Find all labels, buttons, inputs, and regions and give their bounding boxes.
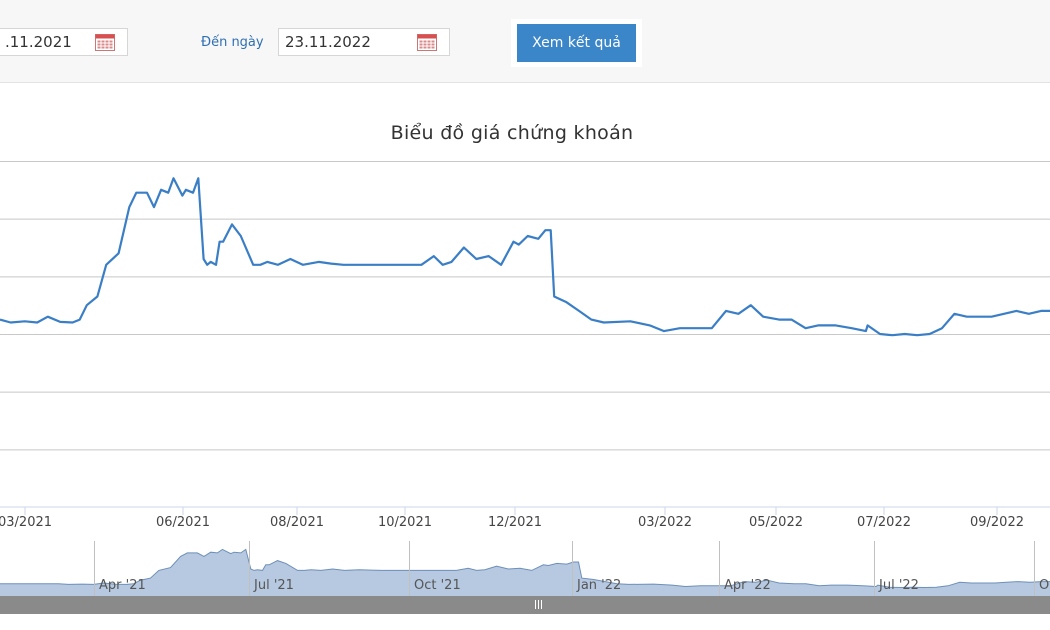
x-tick-label: 06/2021 [156,515,210,530]
grid-lines [0,161,1050,451]
x-tick-label: 03/2022 [638,515,692,530]
navigator-tick-label: Oct '21 [414,578,461,593]
navigator-tick-label: O [1039,578,1049,593]
navigator-tick-label: Jan '22 [576,578,621,593]
navigator-tick-label: Jul '22 [878,578,919,593]
x-axis-ticks: 03/2021 06/2021 08/2021 10/2021 12/2021 03/20… [0,507,1024,530]
scrollbar[interactable] [0,596,1050,614]
navigator-tick-label: Apr '22 [724,578,771,593]
navigator-tick-label: Apr '21 [99,578,146,593]
x-tick-label: 07/2022 [857,515,911,530]
navigator[interactable]: Apr '21 Jul '21 Oct '21 Jan '22 Apr '22 Jul '… [0,541,1050,596]
price-line[interactable] [0,177,1050,337]
x-tick-label: 09/2022 [970,515,1024,530]
navigator-tick-label: Jul '21 [253,578,294,593]
x-tick-label: 03/2021 [0,515,52,530]
x-tick-label: 08/2021 [270,515,324,530]
price-chart[interactable]: 03/2021 06/2021 08/2021 10/2021 12/2021 03/20… [0,0,1050,630]
x-tick-label: 05/2022 [749,515,803,530]
x-tick-label: 10/2021 [378,515,432,530]
x-tick-label: 12/2021 [488,515,542,530]
scrollbar-track[interactable] [0,596,1050,614]
